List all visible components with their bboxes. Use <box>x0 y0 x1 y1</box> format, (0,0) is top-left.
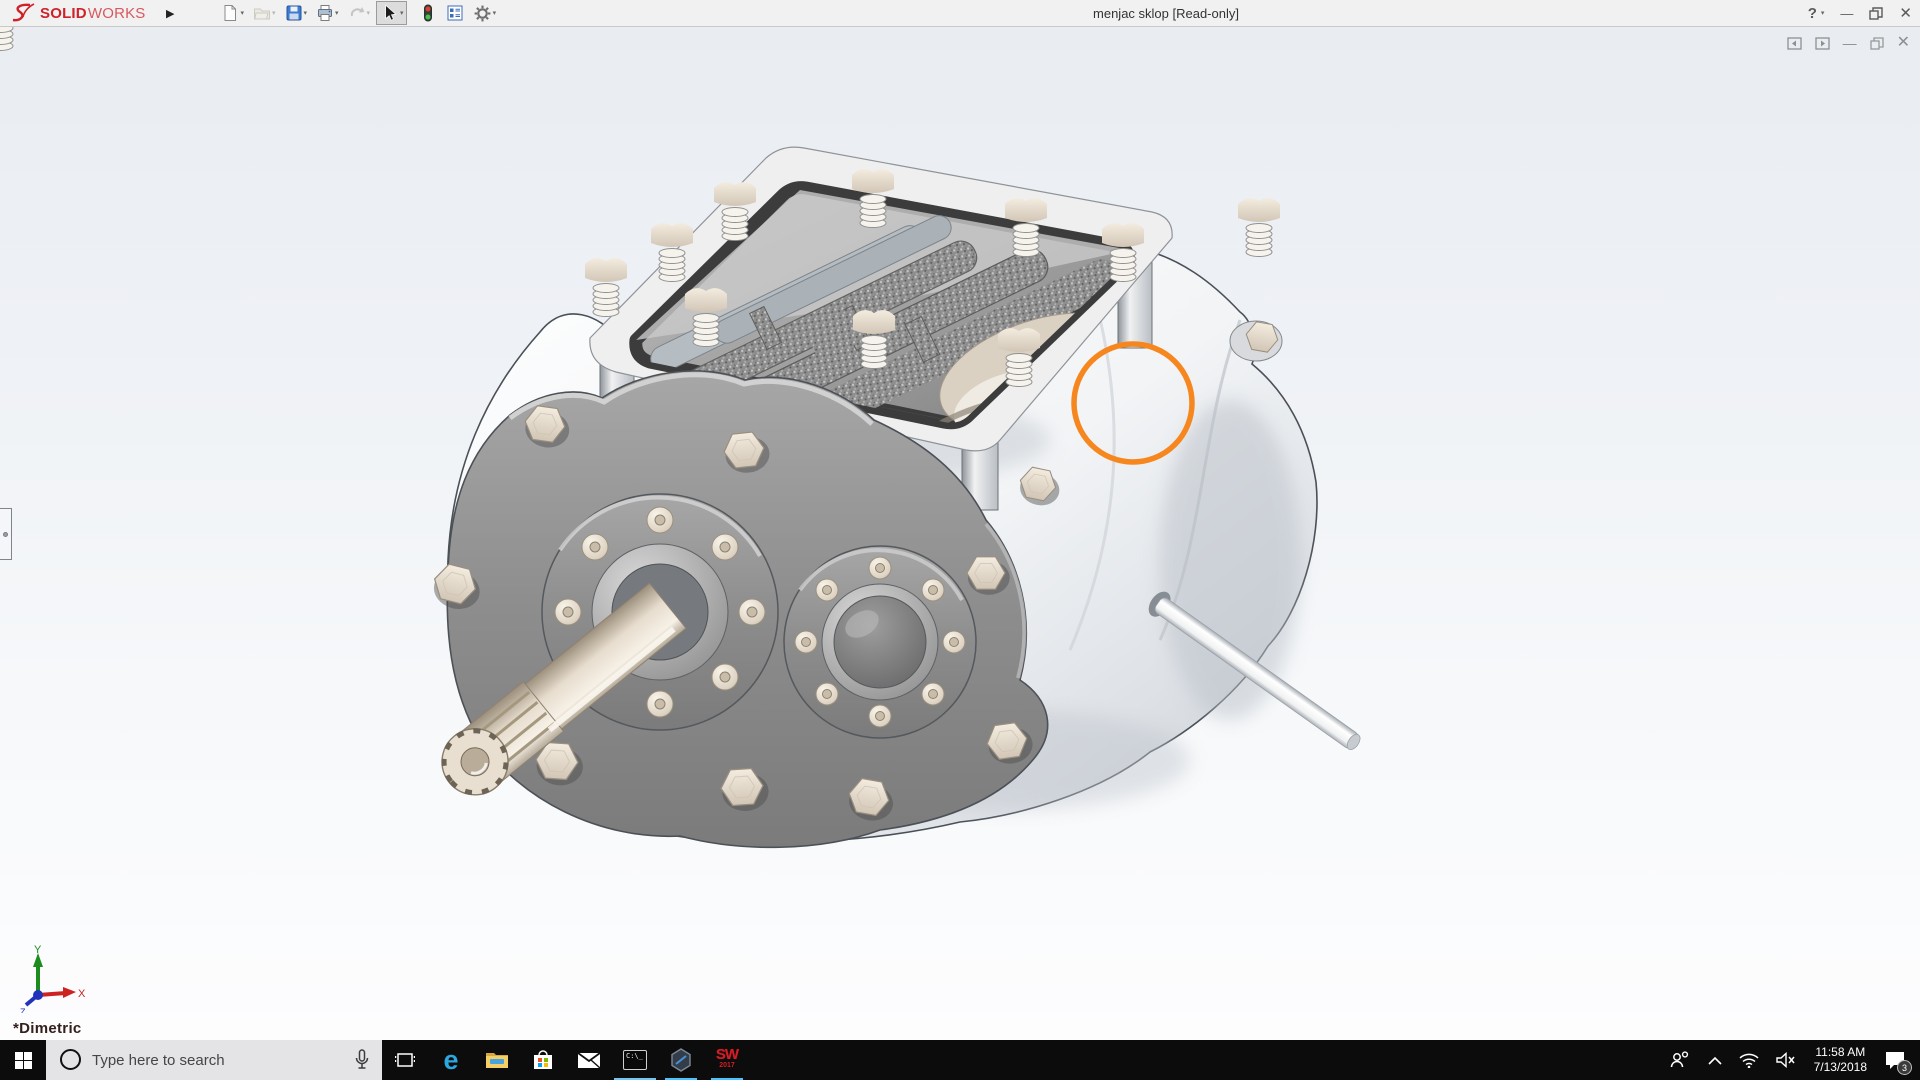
solidworks-icon-label: SW <box>715 1046 739 1063</box>
taskbar-app-mail[interactable] <box>566 1040 612 1080</box>
windows-logo-icon <box>14 1051 32 1069</box>
clock-time: 11:58 AM <box>1815 1045 1866 1059</box>
taskbar-app-edrawings[interactable] <box>658 1040 704 1080</box>
volume-muted-icon <box>1775 1052 1795 1068</box>
dropdown-caret[interactable]: ▾ <box>367 10 371 17</box>
chevron-up-icon <box>1708 1056 1722 1065</box>
people-icon <box>1670 1051 1688 1068</box>
clock-date: 7/13/2018 <box>1813 1060 1867 1074</box>
triad-z-label: Z <box>20 1007 26 1013</box>
help-button[interactable]: ? <box>1808 5 1817 22</box>
cortana-icon <box>60 1049 81 1070</box>
wifi-button[interactable] <box>1734 1040 1764 1080</box>
open-document-button[interactable]: ▾ <box>250 2 279 24</box>
task-view-icon <box>395 1053 415 1067</box>
microphone-icon[interactable] <box>354 1049 370 1071</box>
restore-button[interactable] <box>1869 7 1884 20</box>
open-folder-icon <box>253 8 270 20</box>
volume-button[interactable] <box>1771 1040 1801 1080</box>
dropdown-caret[interactable]: ▾ <box>304 10 308 17</box>
dropdown-caret[interactable]: ▾ <box>493 10 497 17</box>
print-icon <box>318 5 333 21</box>
solidworks-icon-year: 2017 <box>719 1062 735 1069</box>
taskbar-app-edge[interactable]: e <box>428 1040 474 1080</box>
rebuild-traffic-light-icon <box>423 4 432 22</box>
minimize-button[interactable]: — <box>1840 7 1853 20</box>
brand-text-bold: SOLID <box>40 4 87 22</box>
window-title: menjac sklop [Read-only] <box>1093 6 1239 21</box>
help-dropdown-caret[interactable]: ▾ <box>1821 10 1825 17</box>
select-cursor-icon <box>385 4 397 21</box>
system-tray: 11:58 AM 7/13/2018 3 <box>1664 1040 1920 1080</box>
rebuild-button[interactable] <box>416 2 440 24</box>
people-button[interactable] <box>1664 1040 1696 1080</box>
new-document-button[interactable]: ▾ <box>218 2 247 24</box>
solidworks-taskbar-icon: SW 2017 <box>715 1046 739 1071</box>
triad-x-label: X <box>78 988 86 1000</box>
brand-text-light: WORKS <box>87 4 146 22</box>
action-center-button[interactable]: 3 <box>1880 1040 1914 1080</box>
notification-badge: 3 <box>1897 1060 1912 1075</box>
triad-y-label: Y <box>34 944 42 956</box>
undo-icon <box>350 7 365 17</box>
edrawings-hexagon-icon <box>671 1048 691 1072</box>
taskbar-app-file-explorer[interactable] <box>474 1040 520 1080</box>
command-prompt-label: C:\_ <box>626 1052 643 1060</box>
start-button[interactable] <box>0 1040 46 1080</box>
reference-triad: Y X Z <box>20 944 86 1013</box>
spring-studs <box>0 27 14 51</box>
solidworks-logo: SOLID WORKS <box>0 3 158 23</box>
file-explorer-icon <box>486 1053 508 1068</box>
titlebar: SOLID WORKS ▶ ▾ ▾ ▾ ▾ ▾ ▾ ▾ menjac sklop… <box>0 0 1920 27</box>
taskbar-clock[interactable]: 11:58 AM 7/13/2018 <box>1808 1045 1873 1075</box>
save-floppy-icon <box>286 5 301 21</box>
mail-icon <box>577 1051 601 1069</box>
dropdown-caret[interactable]: ▾ <box>400 10 404 17</box>
taskbar-app-store[interactable] <box>520 1040 566 1080</box>
menu-flyout-arrow-icon[interactable]: ▶ <box>158 5 182 22</box>
dropdown-caret[interactable]: ▾ <box>240 10 244 17</box>
solidworks-logo-icon <box>12 3 35 22</box>
view-orientation-label: *Dimetric <box>13 1020 82 1037</box>
dropdown-caret[interactable]: ▾ <box>272 10 276 17</box>
options-button[interactable]: ▾ <box>470 2 500 25</box>
display-properties-button[interactable] <box>443 2 467 24</box>
display-properties-icon <box>447 5 463 21</box>
edge-icon: e <box>443 1044 459 1075</box>
graphics-viewport[interactable]: — ✕ Y X Z *Dimetric <box>0 27 1920 1040</box>
save-button[interactable]: ▾ <box>282 2 311 24</box>
taskbar-app-command-prompt[interactable]: C:\_ <box>612 1040 658 1080</box>
taskbar-app-solidworks[interactable]: SW 2017 <box>704 1040 750 1080</box>
store-icon <box>534 1050 552 1069</box>
taskbar-search[interactable] <box>46 1040 382 1080</box>
undo-button[interactable]: ▾ <box>345 2 374 24</box>
options-gear-icon <box>474 5 490 21</box>
task-view-button[interactable] <box>382 1040 428 1080</box>
new-document-icon <box>224 5 237 21</box>
windows-taskbar: e C:\_ <box>0 1040 1920 1080</box>
close-button[interactable]: ✕ <box>1899 6 1912 21</box>
dropdown-caret[interactable]: ▾ <box>335 10 339 17</box>
search-input[interactable] <box>46 1040 382 1080</box>
show-hidden-icons-button[interactable] <box>1703 1040 1727 1080</box>
gearbox-3d-model[interactable] <box>0 27 1920 1040</box>
quick-toolbar: ▾ ▾ ▾ ▾ ▾ ▾ ▾ <box>218 1 499 25</box>
side-hex-plug <box>1229 320 1283 362</box>
print-button[interactable]: ▾ <box>313 2 342 24</box>
window-controls: ? ▾ — ✕ <box>1808 0 1912 27</box>
command-prompt-icon: C:\_ <box>623 1050 647 1070</box>
wifi-icon <box>1739 1053 1759 1068</box>
select-tool-button[interactable]: ▾ <box>376 1 407 25</box>
